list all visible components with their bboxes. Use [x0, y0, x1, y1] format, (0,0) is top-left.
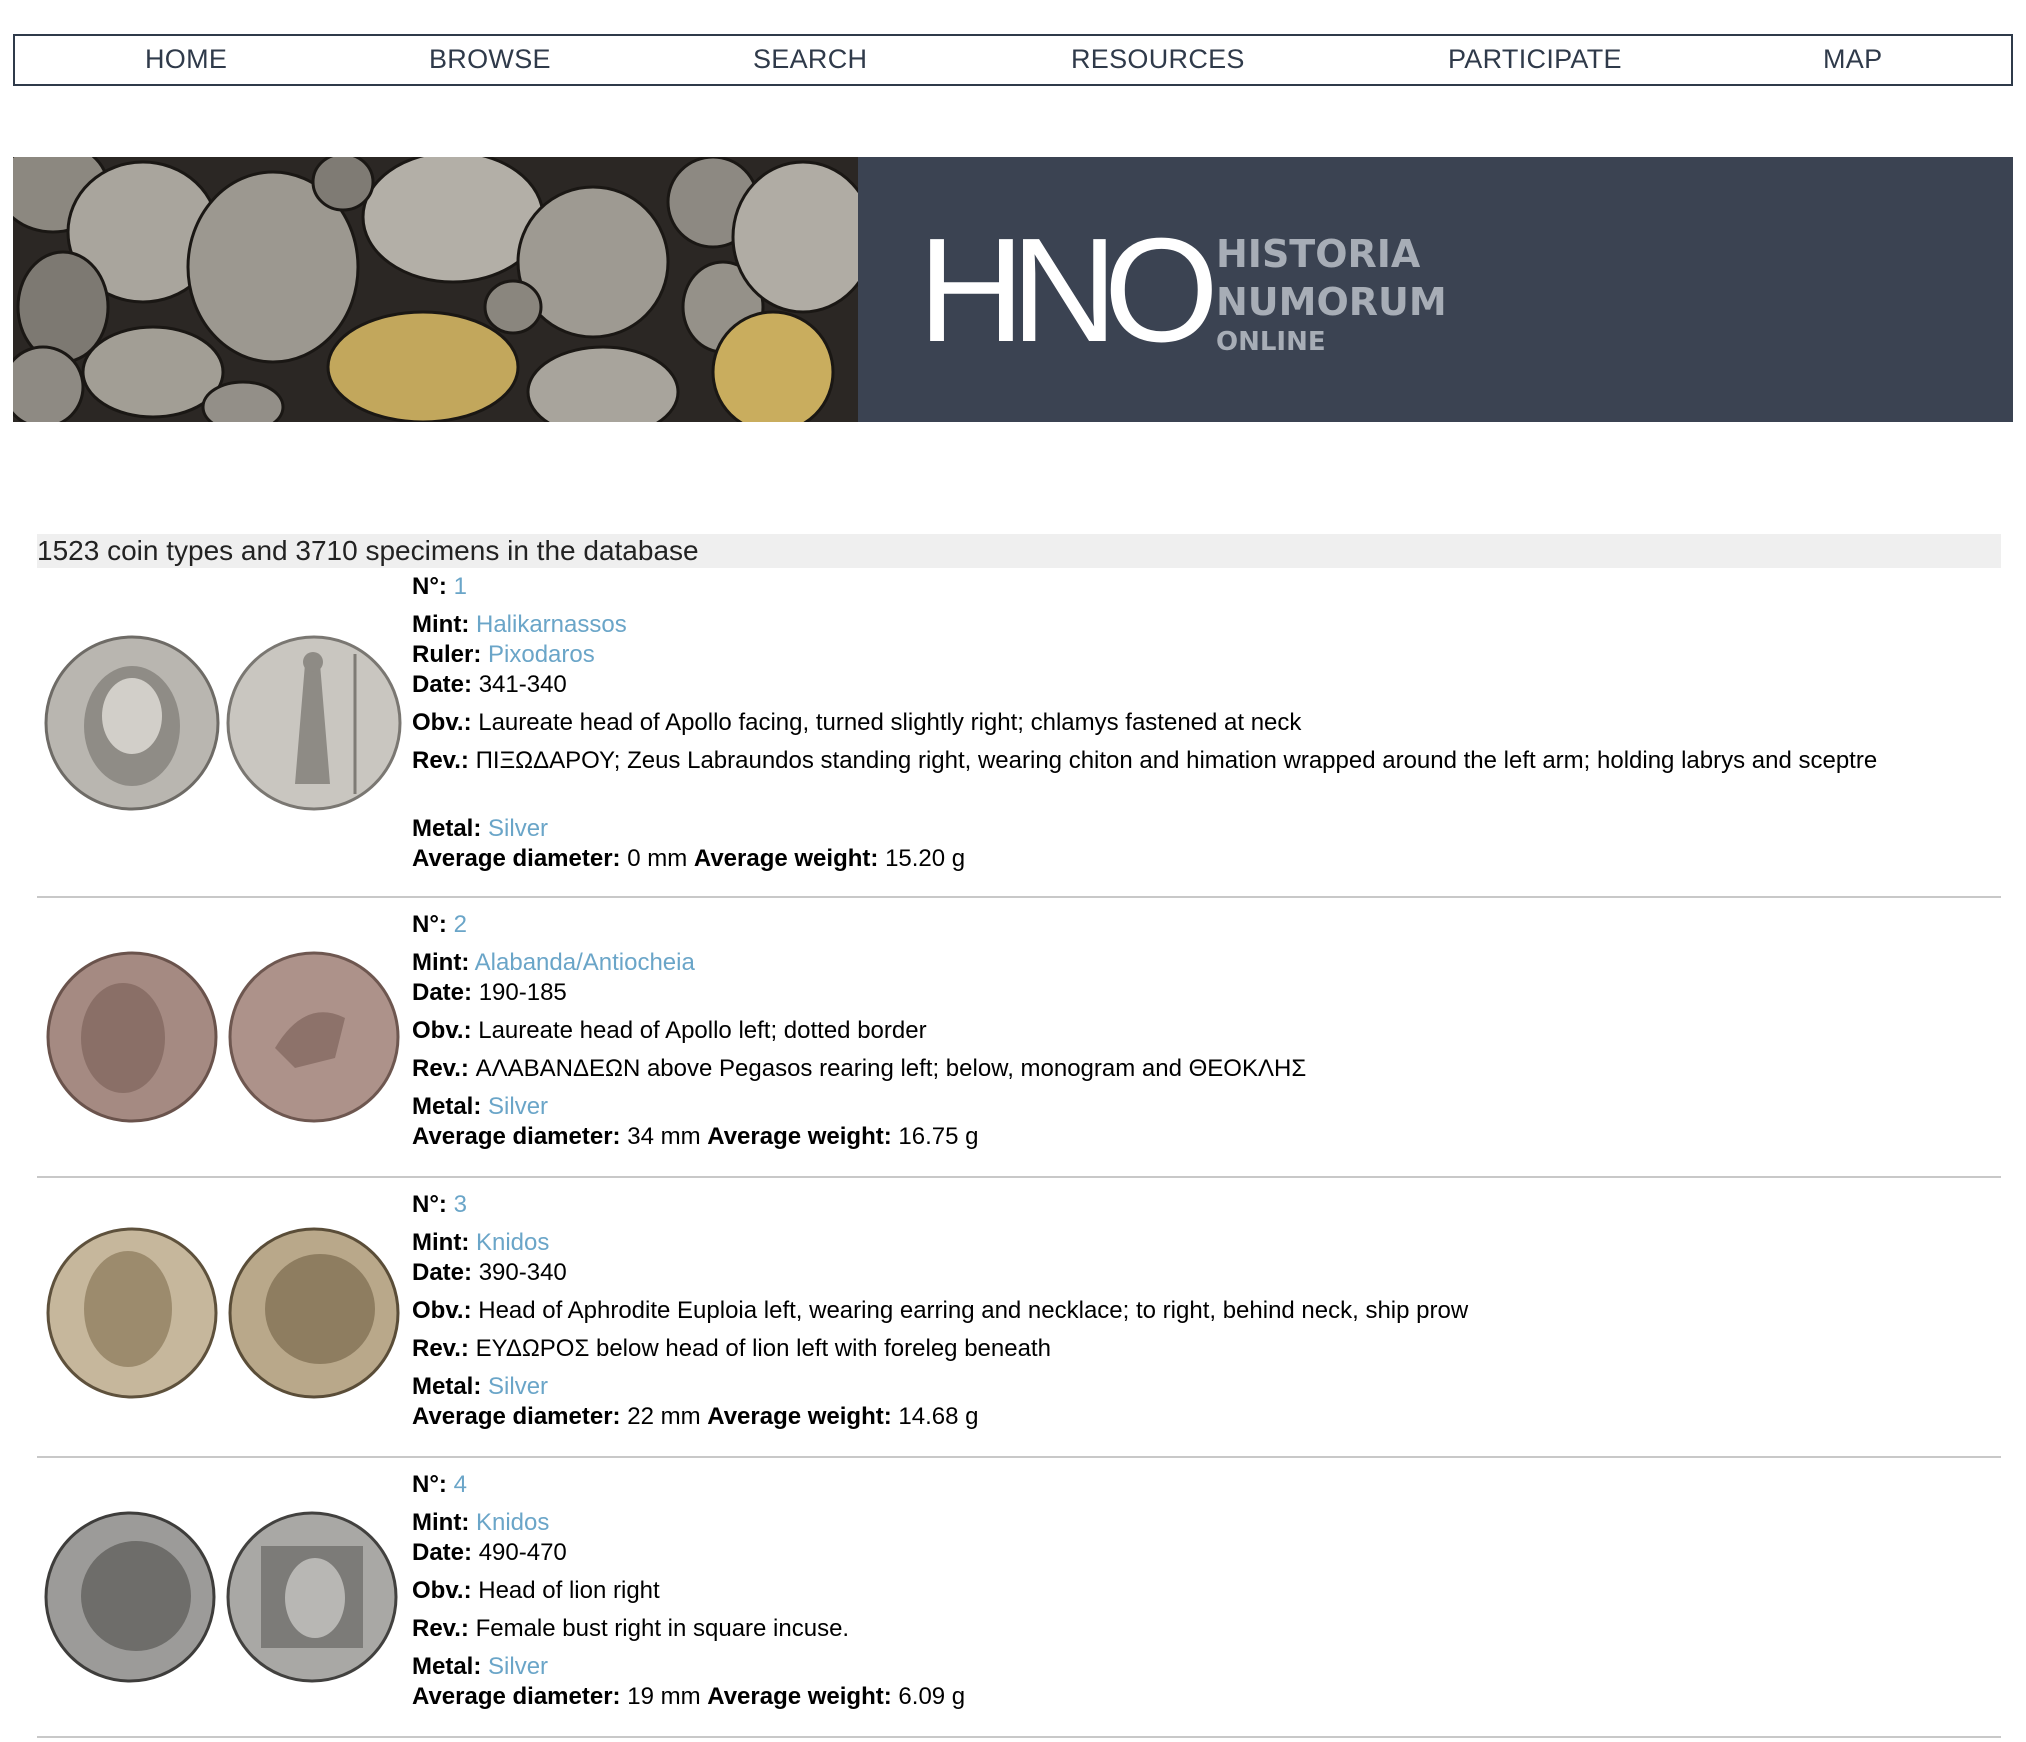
reverse-description: ΑΛΑΒΑΝΔΕΩΝ above Pegasos rearing left; b…	[475, 1055, 1307, 1082]
field-label: Date:	[412, 671, 473, 698]
date-value: 390-340	[478, 1259, 567, 1286]
field-label: Date:	[412, 1539, 473, 1566]
coin-row: N°: 1 Mint: Halikarnassos Ruler: Pixodar…	[37, 572, 2001, 898]
field-label: Metal:	[412, 1373, 482, 1400]
diameter-value: 34 mm	[627, 1123, 701, 1150]
coin-row: N°: 4 Mint: Knidos Date: 490-470 Obv.: H…	[37, 1458, 2001, 1738]
obverse-description: Laureate head of Apollo facing, turned s…	[478, 709, 1302, 736]
nav-home[interactable]: HOME	[145, 44, 227, 75]
field-label: Average diameter:	[412, 1403, 621, 1430]
reverse-description: ΕΥΔΩΡΟΣ below head of lion left with for…	[475, 1335, 1051, 1362]
coin-number-link[interactable]: 2	[454, 911, 467, 938]
coin-number-link[interactable]: 4	[454, 1471, 467, 1498]
field-label: Rev.:	[412, 1615, 469, 1642]
field-label: Average diameter:	[412, 845, 621, 872]
field-label: Mint:	[412, 611, 470, 638]
metal-link[interactable]: Silver	[488, 1653, 548, 1680]
coin-obverse-image	[44, 635, 220, 811]
field-label: Mint:	[412, 1509, 470, 1536]
coin-row: N°: 3 Mint: Knidos Date: 390-340 Obv.: H…	[37, 1178, 2001, 1458]
database-summary: 1523 coin types and 3710 specimens in th…	[37, 534, 2001, 568]
logo-line-online: ONLINE	[1216, 327, 1326, 357]
ruler-link[interactable]: Pixodaros	[488, 641, 595, 668]
coin-row: N°: 2 Mint: Alabanda/Antiocheia Date: 19…	[37, 898, 2001, 1178]
reverse-description: ΠΙΞΩΔΑΡΟΥ; Zeus Labraundos standing righ…	[475, 747, 1878, 774]
coin-reverse-image	[226, 1511, 398, 1683]
coin-number-link[interactable]: 1	[454, 573, 467, 600]
metal-link[interactable]: Silver	[488, 1093, 548, 1120]
field-label: Metal:	[412, 1093, 482, 1120]
reverse-description: Female bust right in square incuse.	[475, 1615, 850, 1642]
obverse-description: Laureate head of Apollo left; dotted bor…	[478, 1017, 927, 1044]
field-label: Obv.:	[412, 709, 472, 736]
mint-link[interactable]: Knidos	[476, 1509, 549, 1536]
field-label: Average weight:	[693, 845, 879, 872]
obverse-description: Head of lion right	[478, 1577, 660, 1604]
coin-number-link[interactable]: 3	[454, 1191, 467, 1218]
coins-collage-image	[13, 157, 858, 422]
field-label: Mint:	[412, 949, 470, 976]
mint-link[interactable]: Knidos	[476, 1229, 549, 1256]
field-label: Mint:	[412, 1229, 470, 1256]
diameter-value: 0 mm	[627, 845, 688, 872]
obverse-description: Head of Aphrodite Euploia left, wearing …	[478, 1297, 1469, 1324]
site-banner: HNO HISTORIA NUMORUM ONLINE	[13, 157, 2013, 422]
date-value: 341-340	[478, 671, 567, 698]
field-label: Metal:	[412, 815, 482, 842]
field-label: Obv.:	[412, 1577, 472, 1604]
field-label: Average weight:	[707, 1123, 892, 1150]
nav-search[interactable]: SEARCH	[753, 44, 867, 75]
diameter-value: 22 mm	[627, 1403, 701, 1430]
mint-link[interactable]: Alabanda/Antiocheia	[475, 949, 695, 976]
mint-link[interactable]: Halikarnassos	[476, 611, 627, 638]
metal-link[interactable]: Silver	[488, 1373, 548, 1400]
field-label: Ruler:	[412, 641, 482, 668]
weight-value: 14.68 g	[898, 1403, 979, 1430]
field-label: Metal:	[412, 1653, 482, 1680]
coin-reverse-image	[228, 1227, 400, 1399]
nav-participate[interactable]: PARTICIPATE	[1448, 44, 1622, 75]
field-label: N°:	[412, 573, 447, 600]
logo-line-historia: HISTORIA	[1216, 232, 1421, 276]
nav-resources[interactable]: RESOURCES	[1071, 44, 1245, 75]
coin-reverse-image	[226, 635, 402, 811]
hno-logo: HNO	[918, 208, 1219, 373]
field-label: Average diameter:	[412, 1683, 621, 1710]
field-label: Rev.:	[412, 1055, 469, 1082]
field-label: Obv.:	[412, 1017, 472, 1044]
field-label: Average diameter:	[412, 1123, 621, 1150]
weight-value: 6.09 g	[898, 1683, 966, 1710]
field-label: Average weight:	[707, 1403, 892, 1430]
field-label: N°:	[412, 1471, 447, 1498]
coin-obverse-image	[44, 1511, 216, 1683]
field-label: Obv.:	[412, 1297, 472, 1324]
diameter-value: 19 mm	[627, 1683, 701, 1710]
field-label: N°:	[412, 911, 447, 938]
field-label: Date:	[412, 979, 473, 1006]
field-label: N°:	[412, 1191, 447, 1218]
date-value: 190-185	[478, 979, 567, 1006]
nav-map[interactable]: MAP	[1823, 44, 1882, 75]
weight-value: 16.75 g	[898, 1123, 979, 1150]
field-label: Average weight:	[707, 1683, 892, 1710]
weight-value: 15.20 g	[885, 845, 966, 872]
coin-reverse-image	[228, 951, 400, 1123]
field-label: Rev.:	[412, 747, 469, 774]
coin-obverse-image	[46, 1227, 218, 1399]
date-value: 490-470	[478, 1539, 567, 1566]
logo-line-numorum: NUMORUM	[1216, 280, 1447, 324]
coin-obverse-image	[46, 951, 218, 1123]
field-label: Rev.:	[412, 1335, 469, 1362]
main-nav: HOME BROWSE SEARCH RESOURCES PARTICIPATE…	[13, 34, 2013, 86]
field-label: Date:	[412, 1259, 473, 1286]
nav-browse[interactable]: BROWSE	[429, 44, 551, 75]
metal-link[interactable]: Silver	[488, 815, 548, 842]
